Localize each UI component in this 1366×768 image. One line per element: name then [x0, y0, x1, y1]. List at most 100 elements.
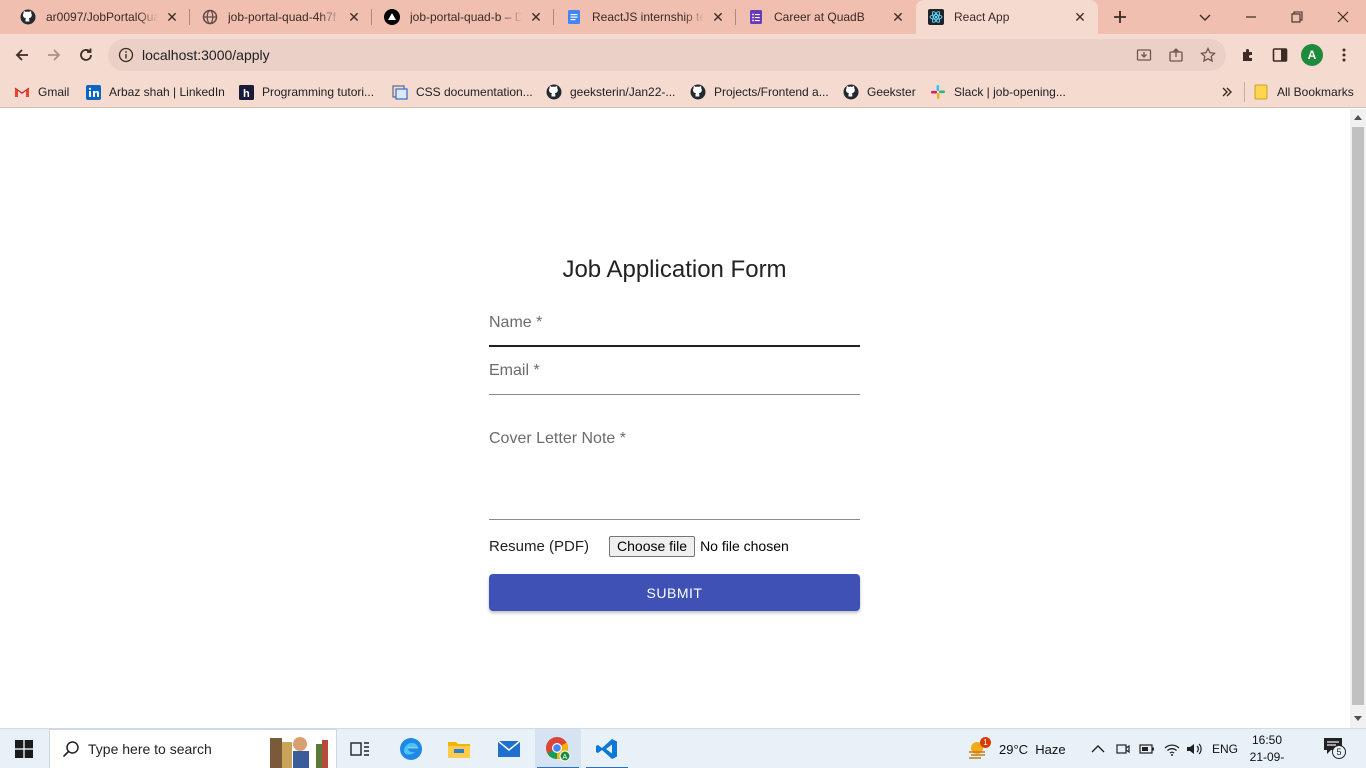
taskbar-search-box[interactable]: Type here to search	[49, 729, 337, 768]
bookmark-programming-tutorials[interactable]: h Programming tutori...	[238, 82, 374, 102]
restore-button[interactable]	[1274, 0, 1320, 34]
bookmarks-overflow-button[interactable]	[1221, 82, 1233, 102]
windows-taskbar: Type here to search A 1 29°C Haze ENG 16…	[0, 728, 1366, 768]
email-field[interactable]: Email *	[489, 358, 860, 396]
github-icon	[690, 84, 706, 100]
address-bar[interactable]: localhost:3000/apply	[108, 39, 1226, 71]
close-icon[interactable]: ✕	[164, 9, 180, 25]
taskbar-vscode[interactable]	[584, 729, 630, 768]
site-info-icon[interactable]	[118, 47, 134, 63]
svg-text:h: h	[243, 88, 250, 100]
taskbar-edge[interactable]	[388, 729, 434, 768]
bookmark-linkedin[interactable]: Arbaz shah | LinkedIn	[85, 82, 225, 102]
install-app-icon[interactable]	[1134, 45, 1154, 65]
page-scrollbar[interactable]	[1350, 109, 1366, 728]
bookmark-label: Programming tutori...	[262, 85, 375, 99]
email-field-underline	[489, 394, 860, 395]
new-tab-button[interactable]	[1097, 0, 1143, 34]
chrome-icon: A	[546, 737, 571, 762]
tab-job-portal-quad[interactable]: job-portal-quad-4h7f ✕	[190, 0, 372, 34]
bookmark-label: Projects/Frontend a...	[714, 85, 829, 99]
folder-icon	[448, 742, 470, 758]
volume-icon[interactable]	[1186, 739, 1204, 759]
tab-reactjs-internship[interactable]: ReactJS internship test ✕	[554, 0, 736, 34]
close-window-button[interactable]	[1320, 0, 1366, 34]
battery-icon[interactable]	[1139, 739, 1155, 759]
all-bookmarks-label: All Bookmarks	[1277, 85, 1354, 99]
bookmark-label: Slack | job-opening...	[954, 85, 1066, 99]
tab-title: ReactJS internship test	[592, 10, 704, 24]
profile-avatar[interactable]: A	[1301, 44, 1323, 66]
tab-react-app[interactable]: React App ✕	[916, 0, 1098, 34]
clock-time: 16:50	[1251, 733, 1283, 747]
email-field-label: Email *	[489, 362, 540, 379]
bookmark-label: Geekster	[867, 85, 916, 99]
side-panel-button[interactable]	[1266, 41, 1294, 69]
bookmark-label: Arbaz shah | LinkedIn	[109, 85, 225, 99]
minimize-button[interactable]	[1228, 0, 1274, 34]
all-bookmarks-folder[interactable]: All Bookmarks	[1253, 82, 1354, 102]
taskbar-file-explorer[interactable]	[436, 729, 482, 768]
extensions-button[interactable]	[1234, 41, 1262, 69]
edge-icon	[400, 738, 422, 760]
tab-title: job-portal-quad-b – Deploy	[410, 10, 522, 24]
bookmark-projects-frontend[interactable]: Projects/Frontend a...	[690, 82, 829, 102]
bookmark-gmail[interactable]: Gmail	[14, 82, 69, 102]
bookmark-geeksterin-jan22[interactable]: geeksterin/Jan22-...	[546, 82, 675, 102]
task-view-icon	[350, 742, 369, 756]
taskbar-clock[interactable]: 16:50 21-09-2023	[1240, 732, 1294, 768]
bookmark-label: CSS documentation...	[416, 85, 533, 99]
github-icon	[20, 9, 36, 25]
weather-text: 29°C Haze	[999, 741, 1066, 757]
cover-letter-field[interactable]: Cover Letter Note *	[489, 426, 860, 521]
back-button[interactable]	[8, 41, 36, 69]
bookmark-label: Gmail	[38, 85, 70, 99]
hashnode-icon: h	[238, 84, 254, 100]
wifi-icon[interactable]	[1163, 739, 1181, 759]
browser-tab-strip: ar0097/JobPortalQuadB ✕ job-portal-quad-…	[0, 0, 1366, 34]
bookmark-slack-job-opening[interactable]: Slack | job-opening...	[930, 82, 1066, 102]
tab-github-jobportal[interactable]: ar0097/JobPortalQuadB ✕	[8, 0, 190, 34]
tab-career-quadb[interactable]: Career at QuadB ✕	[736, 0, 916, 34]
scrollbar-thumb[interactable]	[1352, 127, 1364, 705]
close-icon[interactable]: ✕	[1072, 9, 1088, 25]
chevron-up-icon	[1091, 745, 1105, 753]
bookmark-geekster[interactable]: Geekster	[843, 82, 916, 102]
choose-file-button[interactable]: Choose file	[609, 535, 696, 557]
tab-search-button[interactable]	[1182, 0, 1228, 34]
notification-center-button[interactable]: 5	[1323, 737, 1346, 759]
bookmark-star-icon[interactable]	[1198, 45, 1218, 65]
weather-widget[interactable]: 1 29°C Haze	[967, 737, 1066, 759]
file-status-text: No file chosen	[700, 538, 789, 554]
close-icon[interactable]: ✕	[710, 9, 726, 25]
tab-vercel-deploy[interactable]: job-portal-quad-b – Deploy ✕	[372, 0, 554, 34]
chrome-menu-button[interactable]	[1330, 41, 1358, 69]
clock-date: 21-09-2023	[1249, 750, 1285, 768]
language-indicator[interactable]: ENG	[1212, 739, 1238, 759]
close-icon[interactable]: ✕	[890, 9, 906, 25]
task-view-button[interactable]	[337, 729, 383, 768]
forward-button[interactable]	[40, 41, 68, 69]
name-field[interactable]: Name *	[489, 310, 860, 348]
github-icon	[546, 84, 562, 100]
scroll-up-arrow-icon[interactable]	[1354, 115, 1362, 120]
cover-letter-label: Cover Letter Note *	[489, 430, 626, 447]
reload-button[interactable]	[72, 41, 100, 69]
meet-now-icon[interactable]	[1116, 739, 1130, 759]
start-button[interactable]	[0, 729, 48, 768]
submit-button[interactable]: SUBMIT	[489, 574, 860, 611]
show-hidden-icons-button[interactable]	[1091, 739, 1105, 759]
close-icon[interactable]: ✕	[528, 9, 544, 25]
share-icon[interactable]	[1166, 45, 1186, 65]
bookmark-css-documentation[interactable]: CSS documentation...	[392, 82, 533, 102]
side-panel-icon	[1272, 48, 1288, 62]
name-field-underline	[489, 345, 860, 347]
taskbar-mail[interactable]	[486, 729, 532, 768]
taskbar-chrome[interactable]: A	[535, 729, 581, 768]
folder-icon	[1253, 84, 1269, 100]
close-icon[interactable]: ✕	[346, 9, 362, 25]
notification-icon: 5	[1323, 737, 1346, 759]
scroll-down-arrow-icon[interactable]	[1354, 716, 1362, 721]
docs-icon	[566, 9, 582, 25]
windows-logo-icon	[15, 740, 33, 758]
